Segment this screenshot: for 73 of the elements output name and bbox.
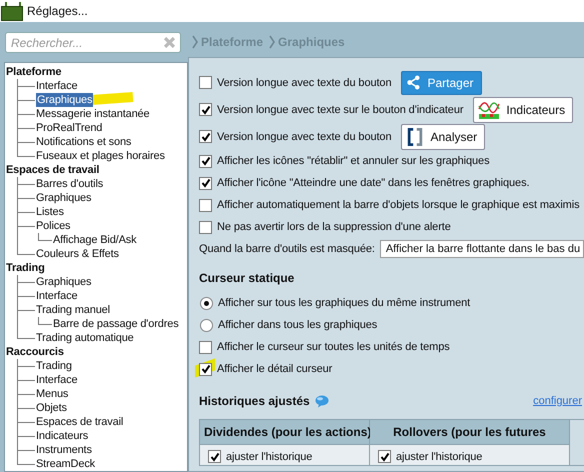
chart-icon <box>478 100 500 120</box>
option-label: ajuster l'historique <box>396 450 482 462</box>
checkbox[interactable] <box>199 76 212 89</box>
checkbox[interactable] <box>378 450 391 463</box>
tree-item[interactable]: Affichage Bid/Ask <box>53 233 136 247</box>
checkbox[interactable] <box>199 340 212 354</box>
tree-item[interactable]: Trading automatique <box>36 331 134 345</box>
section-heading: Historiques ajustés <box>199 394 310 408</box>
checkbox[interactable] <box>199 154 212 168</box>
window-title: Réglages... <box>27 4 88 18</box>
option-label: Afficher sur tous les graphiques du même instrument <box>218 297 470 309</box>
tree-item[interactable]: Instruments <box>36 443 92 457</box>
option-label: Afficher le détail curseur <box>217 363 332 375</box>
tree-item[interactable]: Plateforme <box>5 65 62 79</box>
checkbox[interactable] <box>208 450 221 463</box>
tree-item[interactable]: Interface <box>36 79 78 93</box>
tree-item[interactable]: Espaces de travail <box>36 415 124 429</box>
analyse-button[interactable]: Analyser <box>401 124 486 150</box>
tree-item[interactable]: Raccourcis <box>5 345 64 359</box>
tree-item[interactable]: Listes <box>36 205 64 219</box>
tree-item[interactable]: Messagerie instantanée <box>36 107 150 121</box>
tree-item[interactable]: Couleurs & Effets <box>36 247 119 261</box>
column-header: Rollovers (pour les futures <box>370 420 570 444</box>
tree-item[interactable]: Indicateurs <box>36 429 88 443</box>
option-label: ajuster l'historique <box>226 450 312 462</box>
option-label: Ne pas avertir lors de la suppression d'une alerte <box>217 221 451 233</box>
tree-item[interactable]: Barre de passage d'ordres <box>53 317 179 331</box>
radio-button[interactable] <box>200 296 213 310</box>
dropdown[interactable]: Afficher la barre flottante dans le bas du <box>380 240 584 258</box>
tree-item[interactable]: Trading <box>5 261 45 275</box>
radio-button[interactable] <box>200 318 213 332</box>
tree-item[interactable]: ProRealTrend <box>36 121 102 135</box>
share-icon <box>406 75 422 90</box>
tree-item[interactable]: Notifications et sons <box>36 135 132 149</box>
tree-item[interactable]: Trading manuel <box>36 303 110 317</box>
tree-item[interactable]: Interface <box>36 289 78 303</box>
option-label: Afficher dans tous les graphiques <box>218 319 378 331</box>
option-label: Afficher automatiquement la barre d'objets lorsque le graphique est maximis <box>217 199 580 211</box>
chevron-icon <box>192 34 198 48</box>
tree-item[interactable]: StreamDeck <box>36 457 96 471</box>
tree-item[interactable]: Graphiques <box>36 275 92 289</box>
option-label: Afficher l'icône "Atteindre une date" dans les fenêtres graphiques. <box>217 177 530 189</box>
checkbox[interactable] <box>199 198 212 212</box>
tree-line <box>38 233 52 241</box>
search-field[interactable]: Rechercher... <box>5 32 181 53</box>
tree-item[interactable]: Interface <box>36 373 78 387</box>
checkbox[interactable] <box>199 130 212 143</box>
column-header: Dividendes (pour les actions) <box>200 420 370 444</box>
option-label: Version longue avec texte du bouton <box>217 76 392 88</box>
tree-item[interactable]: Graphiques <box>36 191 92 205</box>
checkbox[interactable] <box>199 103 212 116</box>
tree-item[interactable]: Menus <box>36 387 68 401</box>
tree-line <box>38 317 52 325</box>
tree-item[interactable]: Objets <box>36 401 67 415</box>
checkbox[interactable] <box>199 176 212 190</box>
option-label: Afficher le curseur sur toutes les unités de temps <box>217 341 450 353</box>
checkbox[interactable] <box>199 362 212 376</box>
tree-item[interactable]: Barres d'outils <box>36 177 104 191</box>
checkbox[interactable] <box>199 220 212 234</box>
tree-item[interactable]: Espaces de travail <box>5 163 100 177</box>
tree-item[interactable]: Trading <box>36 359 72 373</box>
tree-item[interactable]: Fuseaux et plages horaires <box>36 149 165 163</box>
tree-item[interactable]: Polices <box>36 219 70 233</box>
option-label: Version longue avec texte du bouton <box>217 130 392 142</box>
option-label: Version longue avec texte sur le bouton d'indicateur <box>217 104 464 116</box>
chevron-icon <box>269 34 276 48</box>
bracket-icon <box>406 126 424 148</box>
option-label: Afficher les icônes "rétablir" et annuler sur les graphiques <box>217 155 490 167</box>
field-label: Quand la barre d'outils est masquée: <box>199 243 375 255</box>
speech-bubble-icon <box>314 394 329 408</box>
section-heading: Curseur statique <box>199 271 294 285</box>
tree-item[interactable]: Graphiques <box>36 93 94 107</box>
indicators-button[interactable]: Indicateurs <box>473 96 574 122</box>
